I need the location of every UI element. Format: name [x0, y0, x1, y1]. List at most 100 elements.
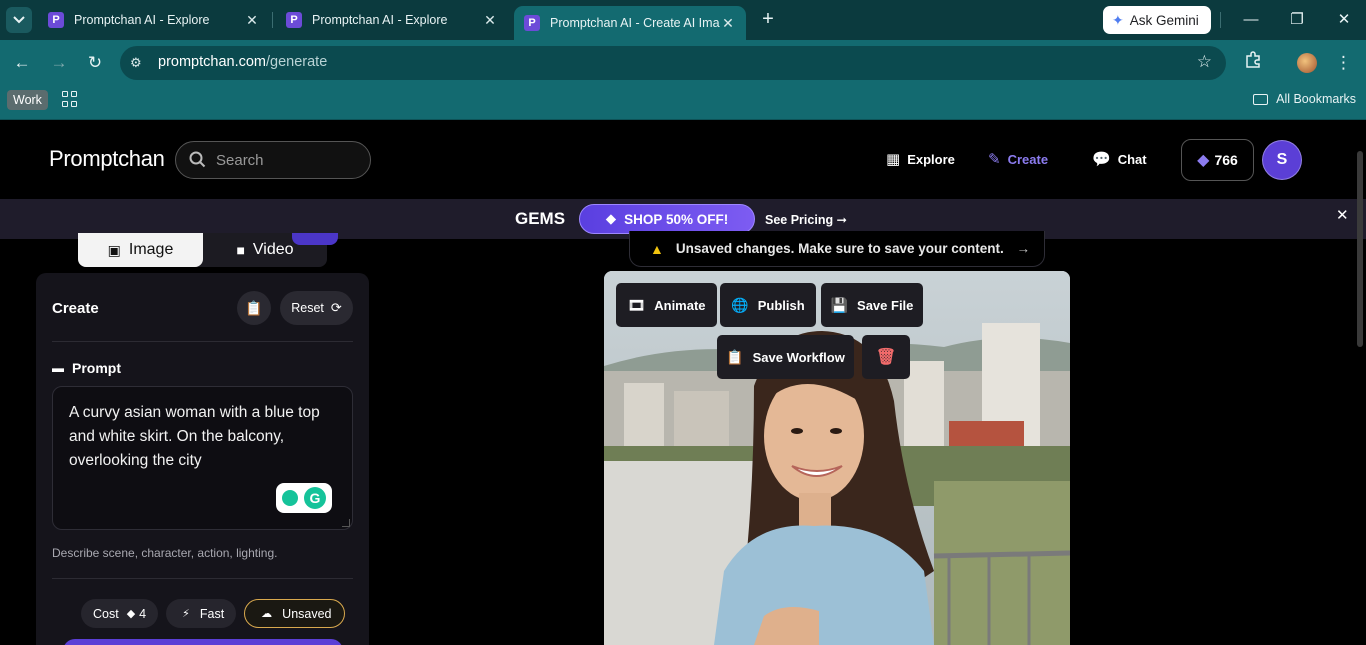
prompt-hint: Describe scene, character, action, light… — [52, 546, 278, 560]
search-icon — [189, 151, 206, 168]
browser-tab-strip: P Promptchan AI - Explore ✕ P Promptchan… — [0, 0, 1366, 40]
generate-button[interactable] — [63, 639, 343, 645]
tab-explore-2[interactable]: P Promptchan AI - Explore ✕ — [276, 6, 508, 34]
film-icon: 🎞 — [627, 296, 646, 313]
shop-sale-button[interactable]: ◆ SHOP 50% OFF! — [579, 204, 755, 234]
page-viewport: Promptchan Search ▦ Explore ✎ Create 💬 C… — [0, 121, 1366, 645]
browser-toolbar: ← → ↻ ⚙ promptchan.com/generate ☆ ⋮ — [0, 40, 1366, 86]
bookmark-work-folder[interactable]: Work — [7, 90, 48, 110]
panel-divider — [52, 341, 353, 342]
publish-button[interactable]: 🌐 Publish — [720, 283, 816, 327]
close-tab-icon[interactable]: ✕ — [244, 12, 260, 29]
save-file-button[interactable]: 💾 Save File — [821, 283, 923, 327]
speed-label: Fast — [199, 606, 225, 621]
media-mode-tabs: ▣ Image ■ Video — [78, 233, 327, 267]
chrome-menu-icon[interactable]: ⋮ — [1335, 51, 1352, 75]
user-avatar[interactable]: S — [1262, 140, 1302, 180]
close-tab-icon[interactable]: ✕ — [720, 15, 736, 32]
see-pricing-link[interactable]: See Pricing ➞ — [765, 212, 847, 227]
search-placeholder: Search — [216, 152, 264, 169]
resize-handle-icon[interactable] — [342, 519, 350, 527]
promo-label: GEMS — [515, 209, 566, 228]
toolbar-divider — [1220, 12, 1221, 28]
cost-value: 4 — [139, 606, 147, 621]
apps-grid-icon[interactable] — [62, 91, 78, 107]
all-bookmarks-button[interactable]: All Bookmarks — [1253, 92, 1356, 106]
save-file-label: Save File — [857, 297, 914, 313]
unsaved-label: Unsaved — [282, 606, 332, 621]
url-text: promptchan.com/generate — [158, 54, 327, 70]
cloud-off-icon: ☁ — [261, 608, 273, 620]
reload-icon[interactable]: ↻ — [83, 51, 107, 75]
grammarly-widget[interactable]: G — [276, 483, 332, 513]
tab-search-button[interactable] — [6, 7, 32, 33]
cost-chip: Cost ◆ 4 — [81, 599, 159, 628]
prompt-label: Prompt — [72, 360, 121, 376]
speed-chip[interactable]: ⚡ Fast — [166, 599, 237, 628]
site-logo[interactable]: Promptchan — [49, 146, 165, 172]
nav-chat-label: Chat — [1117, 151, 1147, 167]
arrow-right-icon: → — [1016, 241, 1031, 256]
diamond-icon: ◆ — [605, 211, 617, 226]
close-tab-icon[interactable]: ✕ — [482, 12, 498, 29]
clipboard-icon: 📋 — [726, 348, 744, 365]
gems-count: 766 — [1214, 152, 1238, 168]
close-window-icon[interactable]: ✕ — [1329, 8, 1359, 32]
chat-bubble-icon: 💬 — [1092, 151, 1111, 168]
panel-title: Create — [52, 300, 99, 317]
site-search-input[interactable]: Search — [175, 141, 371, 179]
ask-gemini-button[interactable]: ✦ Ask Gemini — [1103, 6, 1211, 34]
delete-button[interactable]: 🗑 — [862, 335, 910, 379]
panel-divider — [52, 578, 353, 579]
tab-title: Promptchan AI - Explore — [312, 13, 448, 27]
page-scrollbar[interactable] — [1357, 151, 1363, 347]
prompt-templates-button[interactable]: 📋 — [237, 291, 271, 325]
extensions-puzzle-icon[interactable] — [1241, 51, 1265, 75]
diamond-icon: ◆ — [1197, 152, 1210, 169]
nav-create[interactable]: ✎ Create — [988, 150, 1048, 168]
message-icon: ▬ — [52, 361, 64, 375]
bookmark-star-icon[interactable]: ☆ — [1197, 52, 1212, 72]
back-arrow-icon[interactable]: ← — [10, 51, 34, 75]
close-promo-icon[interactable]: ✕ — [1336, 206, 1349, 224]
publish-label: Publish — [757, 297, 805, 313]
url-path: /generate — [266, 54, 328, 70]
magic-wand-icon: ✎ — [988, 151, 1001, 168]
new-tab-button[interactable]: + — [756, 8, 780, 32]
nav-chat[interactable]: 💬 Chat — [1092, 150, 1147, 168]
tab-video-label: Video — [252, 241, 294, 258]
save-workflow-button[interactable]: 📋 Save Workflow — [717, 335, 854, 379]
generation-info-chips: Cost ◆ 4 ⚡ Fast ☁ Unsaved — [81, 599, 345, 628]
tab-image[interactable]: ▣ Image — [78, 233, 203, 267]
nav-explore-label: Explore — [907, 151, 955, 167]
floppy-disk-icon: 💾 — [830, 296, 849, 313]
tab-explore-1[interactable]: P Promptchan AI - Explore ✕ — [38, 6, 270, 34]
diamond-icon: ◆ — [126, 608, 136, 620]
site-info-icon[interactable]: ⚙ — [130, 55, 146, 71]
create-panel: Create 📋 Reset ⟳ ▬ Prompt A curvy asian … — [36, 273, 369, 645]
site-header: Promptchan Search ▦ Explore ✎ Create 💬 C… — [0, 121, 1366, 199]
generated-image[interactable]: 🎞 Animate 🌐 Publish 💾 Save File 📋 Save W… — [604, 271, 1070, 645]
profile-avatar[interactable] — [1297, 53, 1317, 73]
restore-icon[interactable]: ❐ — [1282, 8, 1312, 32]
minimize-icon[interactable]: — — [1236, 8, 1266, 32]
gems-balance-button[interactable]: ◆ 766 — [1181, 139, 1254, 181]
prompt-heading: ▬ Prompt — [52, 360, 121, 376]
gemini-sparkle-icon: ✦ — [1112, 11, 1124, 28]
unsaved-chip[interactable]: ☁ Unsaved — [244, 599, 345, 628]
unsaved-changes-banner[interactable]: ▲ Unsaved changes. Make sure to save you… — [629, 231, 1045, 267]
address-bar[interactable]: ⚙ promptchan.com/generate ☆ — [120, 46, 1226, 80]
tab-create-active[interactable]: P Promptchan AI - Create AI Imag ✕ — [514, 6, 746, 40]
nav-explore[interactable]: ▦ Explore — [886, 150, 955, 168]
lightning-icon: ⚡ — [182, 608, 190, 620]
url-domain: promptchan.com — [158, 54, 266, 70]
refresh-icon: ⟳ — [330, 300, 342, 315]
reset-button[interactable]: Reset ⟳ — [280, 291, 353, 325]
tab-image-label: Image — [128, 241, 174, 258]
animate-button[interactable]: 🎞 Animate — [616, 283, 717, 327]
forward-arrow-icon[interactable]: → — [47, 51, 71, 75]
image-icon: ▣ — [107, 241, 121, 258]
save-workflow-label: Save Workflow — [752, 349, 845, 365]
chevron-down-icon — [13, 16, 25, 24]
trash-icon: 🗑 — [875, 349, 897, 366]
